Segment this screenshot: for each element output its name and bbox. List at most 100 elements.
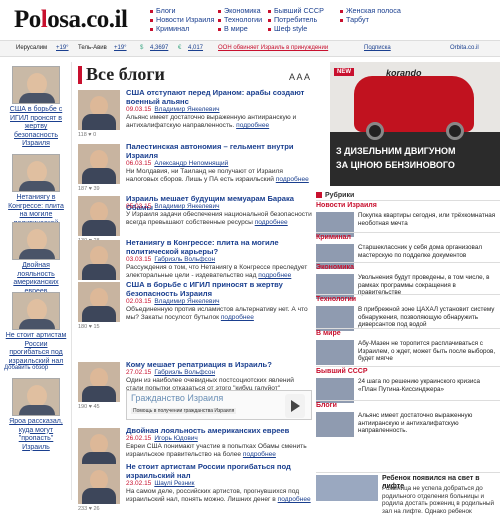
rubric-text[interactable]: 24 шага по решению украинского кризиса «… xyxy=(358,378,500,393)
nav-item[interactable]: Новости Израиля xyxy=(150,15,214,24)
rubric-section[interactable]: Блоги Альянс имеет достаточно выраженную … xyxy=(316,400,500,438)
temperature[interactable]: +19° xyxy=(114,41,127,56)
news-photo xyxy=(316,475,378,501)
partner-link[interactable]: Orbita.co.il xyxy=(450,41,479,56)
featured-card-title[interactable]: Не стоит артистам России прогибаться под… xyxy=(4,332,68,366)
post-author[interactable]: Владимир Янкелевич xyxy=(154,106,219,113)
blog-post[interactable]: 233 ♥ 26 Не стоит артистам России прогиба… xyxy=(76,462,312,520)
featured-card-title[interactable]: Двойная лояльность американских евреев xyxy=(4,262,68,296)
author-photo xyxy=(12,66,60,104)
featured-card-title[interactable]: Яроа рассказал, куда могут "пропасть" Из… xyxy=(4,418,68,452)
featured-card[interactable]: Двойная лояльность американских евреев xyxy=(4,222,68,296)
nav-item[interactable]: В мире xyxy=(218,24,262,33)
post-date: 27.02.15 xyxy=(126,369,152,376)
add-review-link[interactable]: Добавить обзор xyxy=(4,364,68,373)
rubric-text[interactable]: Альянс имеет достаточно выраженную антии… xyxy=(358,412,500,435)
read-more-link[interactable]: подробнее xyxy=(243,451,276,458)
nav-item[interactable]: Блоги xyxy=(150,6,214,15)
author-photo[interactable] xyxy=(78,144,120,184)
featured-card[interactable]: США в борьбе с ИГИЛ пронсят в жертву без… xyxy=(4,66,68,149)
news-ticker[interactable]: ООН обвиняет Израиль в принуждении xyxy=(218,41,328,56)
post-title[interactable]: Кому мешает репатриация в Израиль? xyxy=(126,360,312,369)
rubric-heading[interactable]: Бывший СССР xyxy=(316,368,368,375)
post-title[interactable]: США отступают перед Ираном: арабы создаю… xyxy=(126,88,312,106)
read-more-link[interactable]: подробнее xyxy=(221,314,254,321)
post-author[interactable]: Габриэль Вольфсон xyxy=(154,369,215,376)
ad-title[interactable]: Гражданство Израиля xyxy=(131,393,223,403)
font-size-toggle[interactable]: A A A xyxy=(289,72,310,82)
news-card[interactable]: Ребенок появился на свет в лифте Рожениц… xyxy=(316,472,500,515)
post-title[interactable]: Нетаниягу в Конгрессе: плита на могиле п… xyxy=(126,238,312,256)
featured-card[interactable]: Не стоит артистам России прогибаться под… xyxy=(4,292,68,366)
post-title[interactable]: Не стоит артистам России прогибаться под… xyxy=(126,462,312,480)
rubric-heading[interactable]: В мире xyxy=(316,330,341,337)
nav-item[interactable]: Экономика xyxy=(218,6,262,15)
read-more-link[interactable]: подробнее xyxy=(276,176,309,183)
rubrics-heading: Рубрики xyxy=(316,192,354,199)
author-photo[interactable] xyxy=(78,362,120,402)
post-author[interactable]: Владимир Янкелевич xyxy=(154,298,219,305)
banner-line: З ДИЗЕЛЬНИМ ДВИГУНОМ xyxy=(336,146,456,156)
play-icon[interactable] xyxy=(285,394,305,418)
blog-post[interactable]: 180 ♥ 15 США в борьбе с ИГИЛ приносят в ж… xyxy=(76,280,312,338)
author-photo[interactable] xyxy=(78,196,120,236)
post-author[interactable]: Александр Непомнящий xyxy=(154,160,228,167)
rubric-heading[interactable]: Экономика xyxy=(316,264,354,271)
post-stats: 233 ♥ 26 xyxy=(78,506,100,512)
site-header: Polosa.co.il Блоги Новости Израиля Крими… xyxy=(0,0,500,40)
nav-item[interactable]: Бывший СССР xyxy=(268,6,324,15)
featured-card-title[interactable]: США в борьбе с ИГИЛ пронсят в жертву без… xyxy=(4,106,68,149)
post-excerpt: Альянс имеет достаточно выраженную антии… xyxy=(126,114,297,129)
post-title[interactable]: США в борьбе с ИГИЛ приносят в жертву бе… xyxy=(126,280,312,298)
nav-item[interactable]: Технологии xyxy=(218,15,262,24)
currency-rate[interactable]: 4,017 xyxy=(188,41,203,56)
euro-icon: € xyxy=(178,45,182,51)
rubric-section[interactable]: В мире Абу-Мазен не торопится расплачиват… xyxy=(316,328,500,366)
subscribe-link[interactable]: Подписка xyxy=(364,41,391,56)
rubric-text[interactable]: В прибрежной зоне ЦАХАЛ установит систем… xyxy=(358,306,500,329)
nav-item[interactable]: Женская полоса xyxy=(340,6,401,15)
post-author[interactable]: Владимир Янкелевич xyxy=(154,203,219,210)
temperature[interactable]: +19° xyxy=(56,41,69,56)
ad-block[interactable]: Гражданство Израиля Помощь в получении г… xyxy=(126,390,312,420)
author-photo[interactable] xyxy=(78,90,120,130)
author-photo[interactable] xyxy=(78,240,120,280)
nav-item[interactable]: Криминал xyxy=(150,24,214,33)
read-more-link[interactable]: подробнее xyxy=(255,219,288,226)
dollar-icon: $ xyxy=(140,45,144,51)
rubric-thumbnail[interactable] xyxy=(316,340,354,365)
nav-item[interactable]: Шеф style xyxy=(268,24,324,33)
blog-post[interactable]: 187 ♥ 39 Палестинская автономия – гельмен… xyxy=(76,142,312,200)
post-date: 02.03.15 xyxy=(126,298,152,305)
nav-item[interactable]: Потребитель xyxy=(268,15,324,24)
site-logo[interactable]: Polosa.co.il xyxy=(14,6,128,34)
rubric-thumbnail[interactable] xyxy=(316,412,354,437)
featured-card[interactable]: Яроа рассказал, куда могут "пропасть" Из… xyxy=(4,378,68,452)
rubric-text[interactable]: Покупка квартиры сегодня, или трёхкомнат… xyxy=(358,212,500,227)
rubric-section[interactable]: Технологии В прибрежной зоне ЦАХАЛ устано… xyxy=(316,294,500,332)
post-excerpt: Рассуждения о том, что Нетаниягу в Конгр… xyxy=(126,264,308,279)
post-stats: 180 ♥ 15 xyxy=(78,324,100,330)
post-title[interactable]: Двойная лояльность американских евреев xyxy=(126,426,312,435)
rubric-section[interactable]: Бывший СССР 24 шага по решению украинског… xyxy=(316,366,500,404)
read-more-link[interactable]: подробнее xyxy=(236,122,269,129)
post-title[interactable]: Палестинская автономия – гельмент внутри… xyxy=(126,142,312,160)
rubric-heading[interactable]: Криминал xyxy=(316,234,351,241)
author-photo[interactable] xyxy=(78,464,120,504)
rubric-text[interactable]: Старшеклассник у себя дома организовал м… xyxy=(358,244,500,259)
nav-item[interactable]: Тарбут xyxy=(340,15,401,24)
rubric-heading[interactable]: Блоги xyxy=(316,402,337,409)
blog-post[interactable]: 118 ♥ 0 США отступают перед Ираном: арабы… xyxy=(76,88,312,146)
author-photo[interactable] xyxy=(78,282,120,322)
post-author[interactable]: Шаулі Резник xyxy=(154,480,194,487)
car-banner[interactable]: NEW korando З ДИЗЕЛЬНИМ ДВИГУНОМ ЗА ЦІНО… xyxy=(330,62,500,186)
rubric-heading[interactable]: Технологии xyxy=(316,296,356,303)
post-excerpt: Ни Молдавия, ни Таиланд не получают от И… xyxy=(126,168,309,183)
new-badge: NEW xyxy=(334,68,354,76)
currency-rate[interactable]: 4,3697 xyxy=(150,41,168,56)
post-author[interactable]: Габриэль Вольфсон xyxy=(154,256,215,263)
post-author[interactable]: Игорь Юдович xyxy=(154,435,197,442)
read-more-link[interactable]: подробнее xyxy=(258,272,291,279)
rubric-text[interactable]: Абу-Мазен не торопится расплачиваться с … xyxy=(358,340,500,363)
rubric-heading[interactable]: Новости Израиля xyxy=(316,202,377,209)
